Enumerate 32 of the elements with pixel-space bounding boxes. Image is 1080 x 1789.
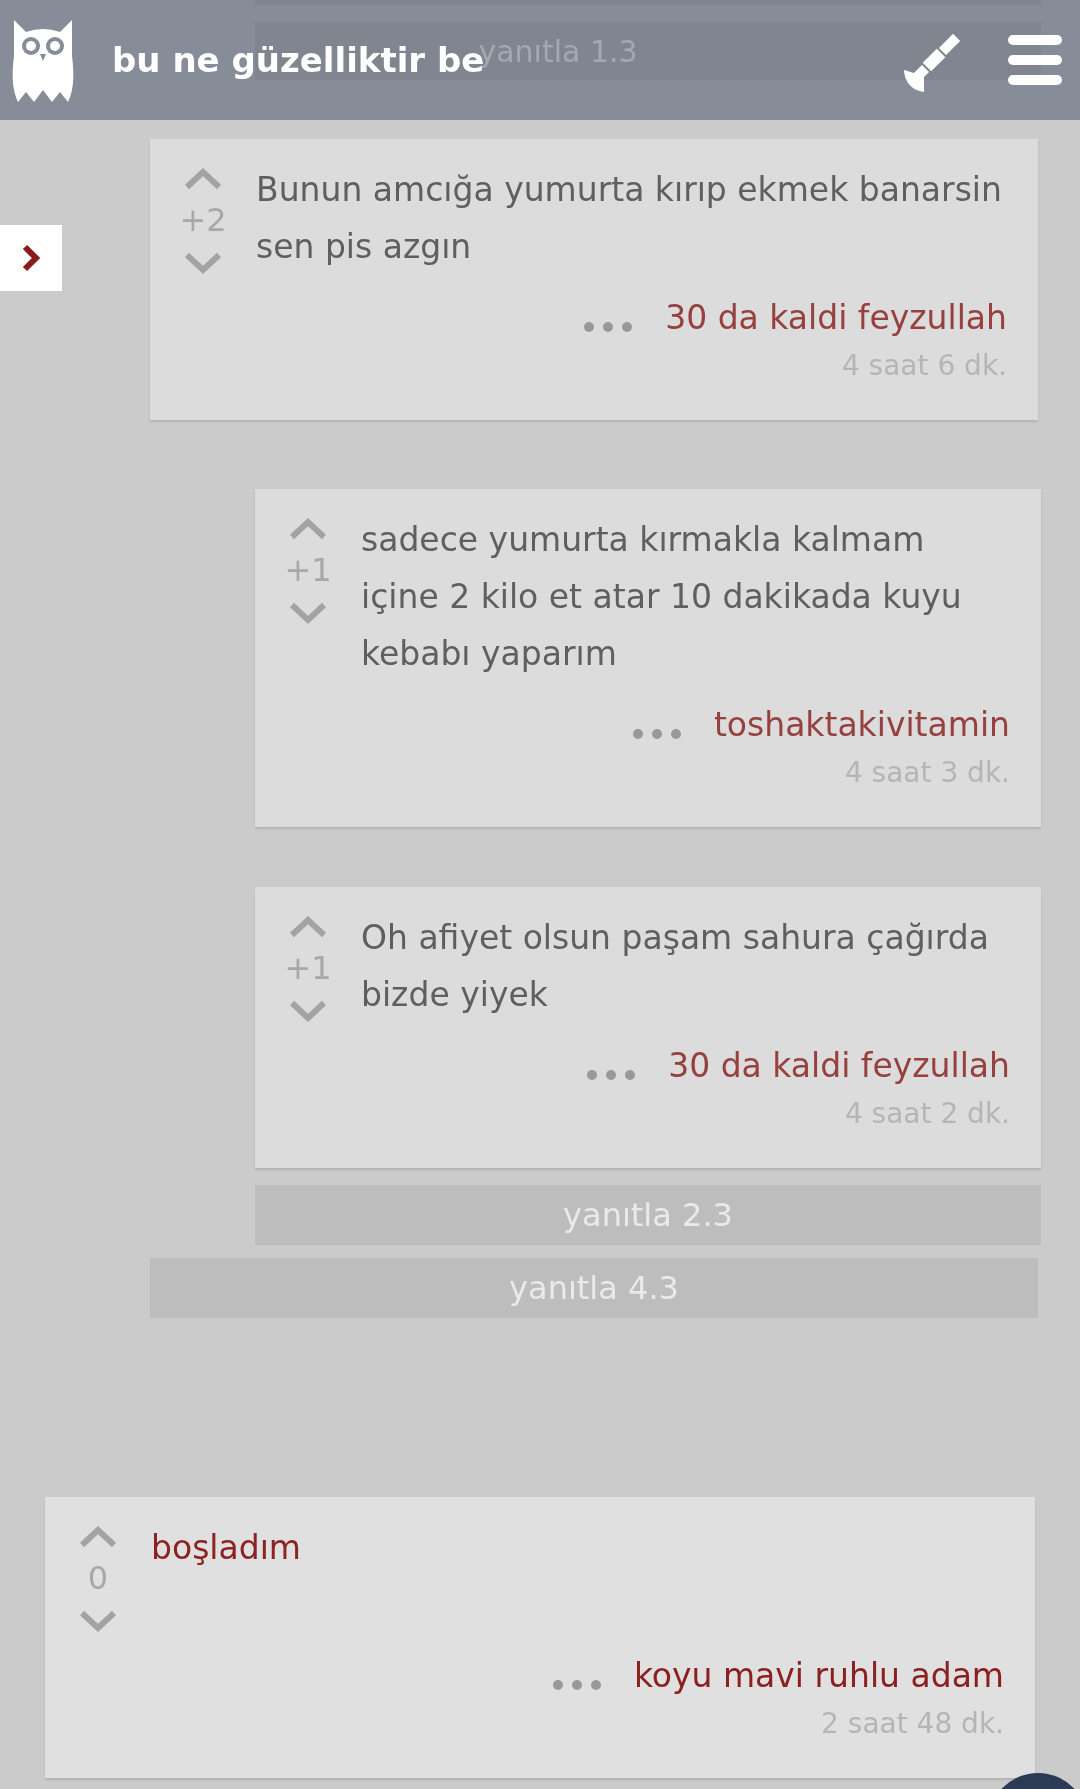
downvote-icon [78, 1609, 118, 1633]
chevron-right-icon [21, 243, 41, 273]
menu-button[interactable] [1008, 33, 1062, 87]
downvote-button[interactable] [183, 251, 223, 275]
author-link[interactable]: 30 da kaldi feyzullah [668, 1046, 1010, 1085]
comment-text: sadece yumurta kırmakla kalmam içine 2 kilo et atar 10 dakikada kuyu kebabı yaparım [361, 519, 963, 675]
upvote-button[interactable] [183, 167, 223, 191]
author-link[interactable]: koyu mavi ruhlu adam [633, 1656, 1004, 1695]
downvote-button[interactable] [78, 1609, 118, 1633]
upvote-button[interactable] [288, 915, 328, 939]
upvote-button[interactable] [288, 517, 328, 541]
downvote-icon [288, 601, 328, 625]
comment-text: Bunun amcığa yumurta kırıp ekmek banarsin sen pis azgın [256, 169, 1003, 268]
sidebar-toggle[interactable] [0, 225, 62, 291]
upvote-icon [78, 1525, 118, 1549]
downvote-button[interactable] [288, 601, 328, 625]
more-icon[interactable] [551, 1678, 602, 1691]
downvote-icon [288, 999, 328, 1023]
upvote-icon [288, 915, 328, 939]
vote-score: 0 [87, 1559, 109, 1597]
more-icon[interactable] [631, 727, 682, 740]
upvote-icon [288, 517, 328, 541]
author-link[interactable]: toshaktakivitamin [713, 705, 1010, 744]
comment-text: Oh afiyet olsun paşam sahura çağırda bizde yiyek [361, 917, 990, 1016]
upvote-icon [183, 167, 223, 191]
downvote-button[interactable] [288, 999, 328, 1023]
more-icon[interactable] [583, 320, 634, 333]
comment-text: boşladım [151, 1527, 302, 1569]
downvote-icon [183, 251, 223, 275]
more-icon[interactable] [586, 1068, 637, 1081]
upvote-button[interactable] [78, 1525, 118, 1549]
author-link[interactable]: 30 da kaldi feyzullah [665, 298, 1007, 337]
